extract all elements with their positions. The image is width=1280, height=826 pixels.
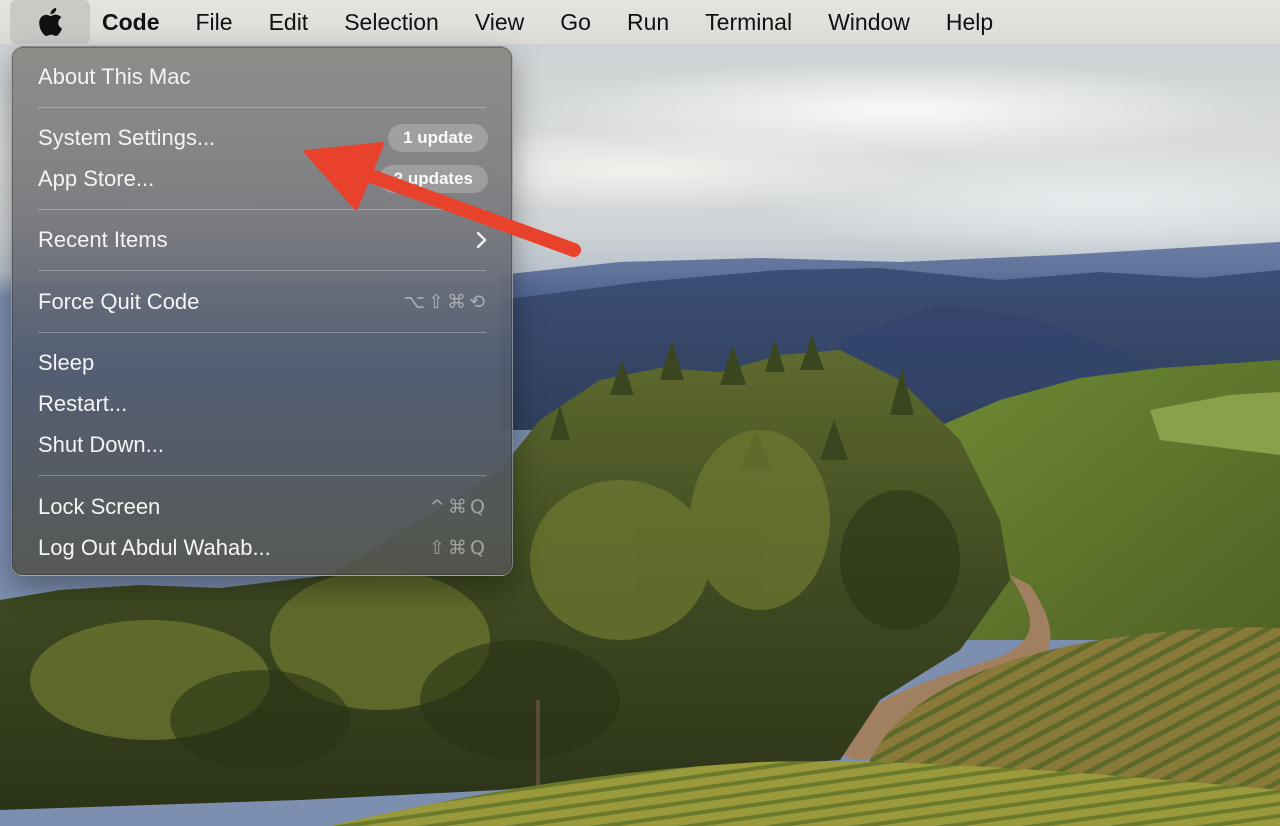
menu-item-about-this-mac[interactable]: About This Mac bbox=[38, 57, 488, 97]
menu-item-label: Shut Down... bbox=[38, 432, 164, 457]
menu-item-restart[interactable]: Restart... bbox=[38, 384, 488, 424]
menu-separator bbox=[38, 107, 486, 108]
menu-item-label: Lock Screen bbox=[38, 494, 161, 519]
menu-go[interactable]: Go bbox=[560, 9, 591, 36]
menu-edit[interactable]: Edit bbox=[269, 9, 309, 36]
menu-item-lock-screen[interactable]: Lock Screen ^⌘Q bbox=[38, 487, 488, 527]
menu-view[interactable]: View bbox=[475, 9, 524, 36]
menu-help[interactable]: Help bbox=[946, 9, 993, 36]
menu-item-shut-down[interactable]: Shut Down... bbox=[38, 425, 488, 465]
menu-item-app-store[interactable]: App Store... 2 updates bbox=[38, 159, 488, 199]
menu-item-system-settings[interactable]: System Settings... 1 update bbox=[38, 118, 488, 158]
menu-window[interactable]: Window bbox=[828, 9, 910, 36]
menu-bar: Code File Edit Selection View Go Run Ter… bbox=[0, 0, 1280, 44]
chevron-right-icon bbox=[476, 231, 487, 249]
menu-separator bbox=[38, 270, 486, 271]
menu-item-label: Sleep bbox=[38, 350, 95, 375]
menu-item-label: Recent Items bbox=[38, 227, 168, 252]
menu-item-recent-items[interactable]: Recent Items bbox=[38, 220, 488, 260]
menu-item-label: System Settings... bbox=[38, 125, 216, 150]
menu-separator bbox=[38, 475, 486, 476]
app-name-menu[interactable]: Code bbox=[102, 9, 160, 36]
update-count-badge: 1 update bbox=[388, 124, 488, 152]
menu-item-label: About This Mac bbox=[38, 64, 191, 89]
update-count-badge: 2 updates bbox=[378, 165, 488, 193]
keyboard-shortcut: ⌥⇧⌘⟲ bbox=[403, 291, 488, 313]
menu-run[interactable]: Run bbox=[627, 9, 669, 36]
menu-item-force-quit[interactable]: Force Quit Code ⌥⇧⌘⟲ bbox=[38, 282, 488, 322]
menu-item-label: Force Quit Code bbox=[38, 289, 200, 314]
menu-item-label: Restart... bbox=[38, 391, 128, 416]
menu-item-log-out[interactable]: Log Out Abdul Wahab... ⇧⌘Q bbox=[38, 528, 488, 568]
apple-menu-button[interactable] bbox=[10, 0, 90, 44]
menu-item-sleep[interactable]: Sleep bbox=[38, 343, 488, 383]
menu-file[interactable]: File bbox=[196, 9, 233, 36]
keyboard-shortcut: ^⌘Q bbox=[429, 496, 488, 518]
menu-item-label: Log Out Abdul Wahab... bbox=[38, 535, 271, 560]
menu-item-label: App Store... bbox=[38, 166, 155, 191]
keyboard-shortcut: ⇧⌘Q bbox=[429, 537, 488, 559]
menu-selection[interactable]: Selection bbox=[344, 9, 439, 36]
menu-separator bbox=[38, 332, 486, 333]
menu-separator bbox=[38, 209, 486, 210]
apple-dropdown-menu: About This Mac System Settings... 1 upda… bbox=[11, 46, 513, 576]
apple-logo-icon bbox=[39, 7, 63, 36]
menu-terminal[interactable]: Terminal bbox=[705, 9, 792, 36]
